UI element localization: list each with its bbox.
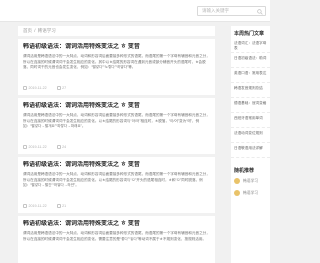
search-input[interactable]: 请输入关键字 [202, 8, 229, 14]
post-views-text: 24 [62, 145, 67, 149]
post-views: 21 [56, 204, 67, 208]
sidebar-article-link[interactable]: 德语基础：冠词变格 [231, 98, 270, 113]
post-views: 27 [56, 86, 67, 90]
sidebar-tag-text[interactable]: 韩语学习 [243, 191, 258, 196]
post-views-text: 21 [62, 204, 67, 208]
post-title[interactable]: 韩语初级语法：谓词活用特殊变法之 ㅎ 变音 [23, 102, 210, 111]
sidebar-article-link[interactable]: 法语动词变位规则 [231, 128, 270, 143]
tag-dot-icon [234, 190, 240, 196]
sidebar-article-link[interactable]: 法语词汇：法语字母表 [231, 38, 270, 53]
article-list: 首页 / 韩语学习 韩语初级语法：谓词活用特殊变法之 ㅎ 变音 谓词活用是韩语语… [18, 26, 215, 263]
eye-icon [56, 86, 61, 90]
post-meta: 2019-11-22 24 [23, 144, 210, 150]
breadcrumb-section[interactable]: 韩语学习 [38, 28, 56, 33]
sidebar-heading: 本周热门文章 [234, 31, 265, 37]
tag-dot-icon [234, 178, 240, 184]
post-date: 2019-11-22 [23, 145, 47, 149]
post-card: 韩语初级语法：谓词活用特殊变法之 ㅎ 变音 谓词活用是韩语语法中的一大特点，动词… [18, 157, 215, 213]
calendar-icon [23, 145, 27, 149]
post-date-text: 2019-11-22 [28, 145, 47, 149]
search-icon[interactable] [257, 8, 263, 15]
post-title[interactable]: 韩语初级语法：谓词活用特殊变法之 ㅎ 变音 [23, 161, 210, 170]
search-box[interactable]: 请输入关键字 [197, 6, 266, 16]
sidebar-article-link[interactable]: 英语口语：常用表达 [231, 68, 270, 83]
sidebar-article-link[interactable]: 日语初级语法：助词 [231, 53, 270, 68]
post-excerpt: 谓词活用是韩语语法中的一大特点，动词和形容词后面要接多种形式的语尾，而语尾的第一… [23, 54, 210, 70]
breadcrumb-home[interactable]: 首页 [23, 28, 32, 33]
sidebar-tag-text[interactable]: 韩语学习 [243, 179, 258, 184]
post-card: 韩语初级语法：谓词活用特殊变法之 ㅎ 变音 谓词活用是韩语语法中的一大特点，动词… [18, 39, 215, 95]
sidebar-article-link[interactable]: 西班牙语常用单词 [231, 113, 270, 128]
post-meta: 2019-11-22 27 [23, 85, 210, 91]
breadcrumb-separator: / [34, 28, 36, 33]
sidebar-tag-link[interactable]: 韩语学习 [231, 175, 270, 187]
sidebar-links-heading: 随机推荐 [234, 168, 255, 174]
eye-icon [56, 204, 61, 208]
post-title[interactable]: 韩语初级语法：谓词活用特殊变法之 ㅎ 变音 [23, 43, 210, 52]
post-date: 2019-11-22 [23, 204, 47, 208]
post-title[interactable]: 韩语初级语法：谓词活用特殊变法之 ㅎ 变音 [23, 220, 210, 229]
sidebar-article-link[interactable]: 韩语发音规则总结 [231, 83, 270, 98]
post-views-text: 27 [62, 86, 67, 90]
post-excerpt: 谓词活用是韩语语法中的一大特点，动词和形容词后面要接多种形式的语尾，而语尾的第一… [23, 172, 210, 188]
post-date-text: 2019-11-22 [28, 204, 47, 208]
calendar-icon [23, 86, 27, 90]
post-card: 韩语初级语法：谓词活用特殊变法之 ㅎ 变音 谓词活用是韩语语法中的一大特点，动词… [18, 98, 215, 154]
post-views: 24 [56, 145, 67, 149]
sidebar: 本周热门文章 法语词汇：法语字母表 日语初级语法：助词 英语口语：常用表达 韩语… [231, 26, 270, 263]
breadcrumb: 首页 / 韩语学习 [18, 26, 215, 36]
post-excerpt: 谓词活用是韩语语法中的一大特点，动词和形容词后面要接多种形式的语尾，而语尾的第一… [23, 113, 210, 129]
top-header: 请输入关键字 [0, 0, 270, 22]
post-date-text: 2019-11-22 [28, 86, 47, 90]
post-excerpt: 谓词活用是韩语语法中的一大特点，动词和形容词后面要接多种形式的语尾，而语尾的第一… [23, 231, 210, 241]
eye-icon [56, 145, 61, 149]
post-date: 2019-11-22 [23, 86, 47, 90]
sidebar-article-link[interactable]: 日语敬语用法详解 [231, 143, 270, 158]
post-meta: 2019-11-22 21 [23, 203, 210, 209]
post-card: 韩语初级语法：谓词活用特殊变法之 ㅎ 变音 谓词活用是韩语语法中的一大特点，动词… [18, 216, 215, 263]
calendar-icon [23, 204, 27, 208]
sidebar-tag-link[interactable]: 韩语学习 [231, 187, 270, 199]
